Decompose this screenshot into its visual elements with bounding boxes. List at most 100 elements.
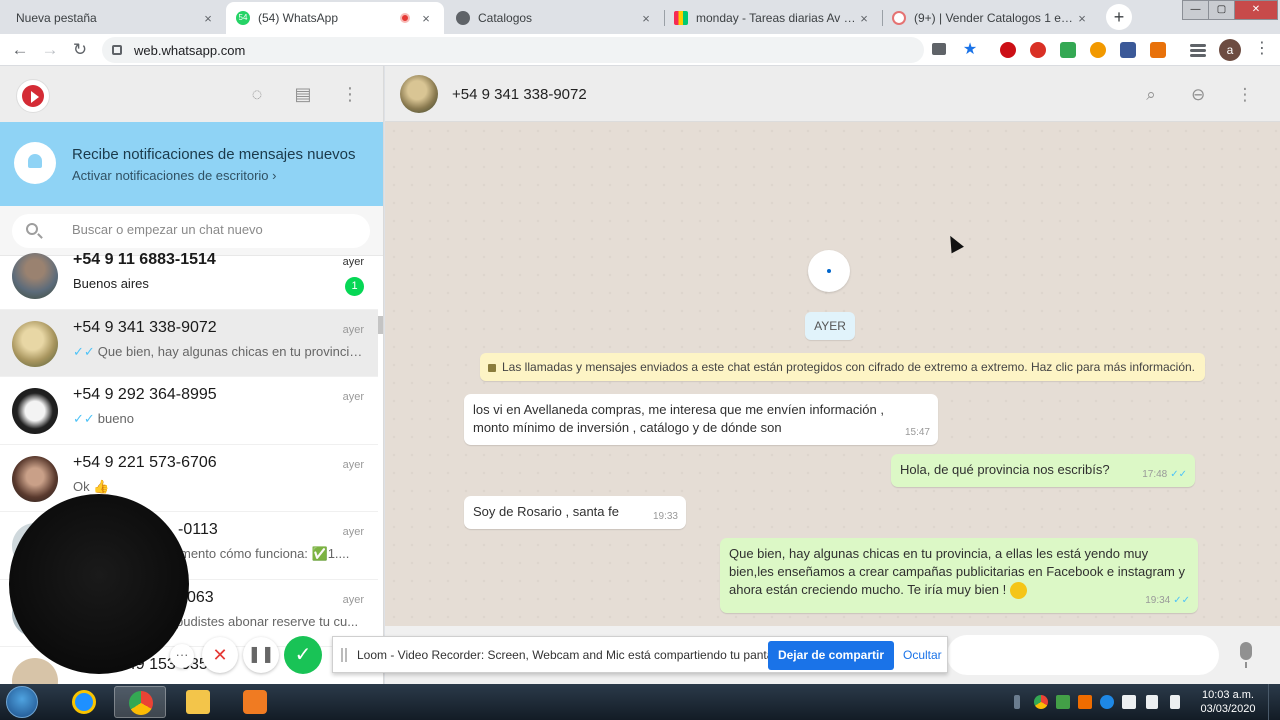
maximize-button[interactable]: ▢ [1208, 0, 1235, 20]
chat-list-scrollbar[interactable] [378, 316, 383, 334]
stop-sharing-button[interactable]: Dejar de compartir [768, 641, 894, 670]
tab-nueva-pestana[interactable]: Nueva pestaña × [6, 2, 226, 34]
tray-icon[interactable] [1056, 695, 1070, 709]
chat-name: +54 9 292 364-8995 [73, 386, 217, 403]
tab-catalogos[interactable]: Catalogos × [446, 2, 664, 34]
tab-close-icon[interactable]: × [1074, 11, 1090, 26]
tray-icon[interactable] [1122, 695, 1136, 709]
monday-logo-icon [674, 11, 688, 25]
volume-icon[interactable] [1170, 695, 1180, 709]
start-button[interactable] [6, 686, 38, 718]
tab-title: Nueva pestaña [16, 11, 97, 25]
tray-icon[interactable] [1078, 695, 1092, 709]
microphone-icon[interactable] [1240, 642, 1252, 668]
browser-tab-strip: Nueva pestaña × 54 (54) WhatsApp × Catal… [0, 0, 1280, 34]
bell-off-icon [14, 142, 56, 184]
loom-cancel-button[interactable]: ✕ [202, 637, 238, 673]
tab-vender-catalogos[interactable]: (9+) | Vender Catalogos 1 er pa × [882, 2, 1100, 34]
media-player-icon [243, 690, 267, 714]
message-incoming[interactable]: los vi en Avellaneda compras, me interes… [464, 394, 938, 445]
notification-banner[interactable]: Recibe notificaciones de mensajes nuevos… [0, 122, 383, 206]
profile-avatar[interactable]: a [1219, 39, 1241, 61]
menu-icon[interactable]: ⋮ [1234, 84, 1256, 106]
taskbar-chrome[interactable] [114, 686, 166, 718]
message-incoming[interactable]: Soy de Rosario , santa fe 19:33 [464, 496, 686, 529]
chat-name: +54 9 221 573-6706 [73, 453, 217, 471]
double-check-icon: ✓✓ [1173, 595, 1190, 607]
address-bar[interactable]: web.whatsapp.com [102, 37, 924, 63]
chat-list-item[interactable]: +54 9 292 364-8995 ✓✓ bueno ayer [0, 377, 378, 445]
loom-pause-button[interactable]: ❚❚ [243, 637, 279, 673]
new-chat-icon[interactable]: ▤ [291, 82, 315, 106]
message-outgoing[interactable]: Hola, de qué provincia nos escribís? 17:… [891, 454, 1195, 487]
facebook-icon[interactable] [1120, 42, 1136, 58]
message-time: 19:33 [652, 511, 678, 522]
message-input[interactable] [947, 635, 1219, 675]
reading-list-icon[interactable] [1190, 44, 1206, 47]
taskbar-explorer[interactable] [172, 686, 224, 718]
extension-icon[interactable] [1090, 42, 1106, 58]
bookmark-star-icon[interactable]: ★ [958, 38, 982, 62]
tab-close-icon[interactable]: × [856, 11, 872, 26]
my-profile-avatar[interactable] [16, 79, 50, 113]
status-icon[interactable]: ◌ [245, 82, 269, 106]
chrome-tray-icon[interactable] [1034, 695, 1048, 709]
taskbar-internet-explorer[interactable] [58, 686, 110, 718]
system-clock[interactable]: 10:03 a.m. 03/03/2020 [1196, 688, 1260, 716]
message-text: los vi en Avellaneda compras, me interes… [473, 402, 884, 435]
tab-close-icon[interactable]: × [418, 11, 434, 26]
camera-icon[interactable] [932, 43, 946, 55]
tab-monday[interactable]: monday - Tareas diarias Av Con × [664, 2, 882, 34]
message-time: 15:47 [904, 427, 930, 438]
clock-time: 10:03 a.m. [1202, 689, 1254, 701]
new-tab-button[interactable]: + [1106, 4, 1132, 30]
chat-list-item[interactable]: +54 9 221 573-6706 Ok 👍 ayer [0, 445, 378, 512]
tab-whatsapp[interactable]: 54 (54) WhatsApp × [226, 2, 444, 34]
window-close-button[interactable]: ✕ [1234, 0, 1278, 20]
extension-icon[interactable] [1150, 42, 1166, 58]
microphone-tray-icon[interactable] [1014, 695, 1020, 709]
search-icon[interactable]: ⌕ [1140, 84, 1162, 106]
menu-icon[interactable]: ⋮ [338, 82, 362, 106]
forward-arrow-icon[interactable]: → [38, 38, 62, 62]
extension-icon[interactable] [1030, 42, 1046, 58]
opera-icon[interactable] [1000, 42, 1016, 58]
loom-webcam-bubble[interactable] [9, 494, 189, 674]
double-check-icon: ✓✓ [73, 343, 95, 359]
chat-preview: ✓✓ Que bien, hay algunas chicas en tu pro… [73, 343, 363, 359]
tab-close-icon[interactable]: × [200, 11, 216, 26]
attach-icon[interactable]: ⊘ [1182, 79, 1213, 110]
contact-avatar[interactable] [400, 75, 438, 113]
tab-title: (9+) | Vender Catalogos 1 er pa [914, 11, 1074, 25]
encryption-notice[interactable]: Las llamadas y mensajes enviados a este … [480, 353, 1206, 381]
message-outgoing[interactable]: Que bien, hay algunas chicas en tu provi… [720, 538, 1198, 614]
hide-button[interactable]: Ocultar [903, 648, 942, 662]
chat-preview: ✓✓ bueno [73, 411, 134, 426]
search-input[interactable] [72, 222, 352, 237]
tray-icon[interactable] [1100, 695, 1114, 709]
message-area[interactable]: AYER Las llamadas y mensajes enviados a … [385, 122, 1280, 684]
taskbar-media-player[interactable] [229, 686, 281, 718]
minimize-button[interactable]: — [1182, 0, 1209, 20]
search-icon [26, 223, 38, 235]
tab-title: monday - Tareas diarias Av Con [696, 11, 856, 25]
chat-list-item[interactable]: +54 9 341 338-9072 ✓✓ Que bien, hay algun… [0, 309, 378, 377]
browser-menu-icon[interactable]: ⋮ [1254, 38, 1270, 58]
back-arrow-icon[interactable]: ← [8, 38, 32, 62]
drag-handle-icon[interactable] [341, 648, 347, 662]
network-signal-icon[interactable] [1146, 695, 1158, 709]
loom-finish-button[interactable]: ✓ [284, 636, 322, 674]
enable-notifications-link[interactable]: Activar notificaciones de escritorio › [72, 168, 276, 183]
tab-close-icon[interactable]: × [638, 11, 654, 26]
extension-icon[interactable] [1060, 42, 1076, 58]
globe-icon [456, 11, 470, 25]
loom-more-button[interactable]: ··· [170, 644, 194, 668]
contact-name[interactable]: +54 9 341 338-9072 [452, 86, 587, 103]
reload-icon[interactable]: ↻ [68, 38, 92, 62]
chat-preview: pudistes abonar reserve tu cu... [176, 613, 359, 629]
chat-list-item[interactable]: +54 9 11 6883-1514 Buenos aires ayer 1 [0, 242, 378, 310]
conversation-header[interactable]: +54 9 341 338-9072 ⌕ ⊘ ⋮ [385, 66, 1280, 122]
show-desktop-button[interactable] [1268, 684, 1280, 720]
chat-time: ayer [342, 256, 364, 268]
clock-date: 03/03/2020 [1200, 703, 1256, 715]
